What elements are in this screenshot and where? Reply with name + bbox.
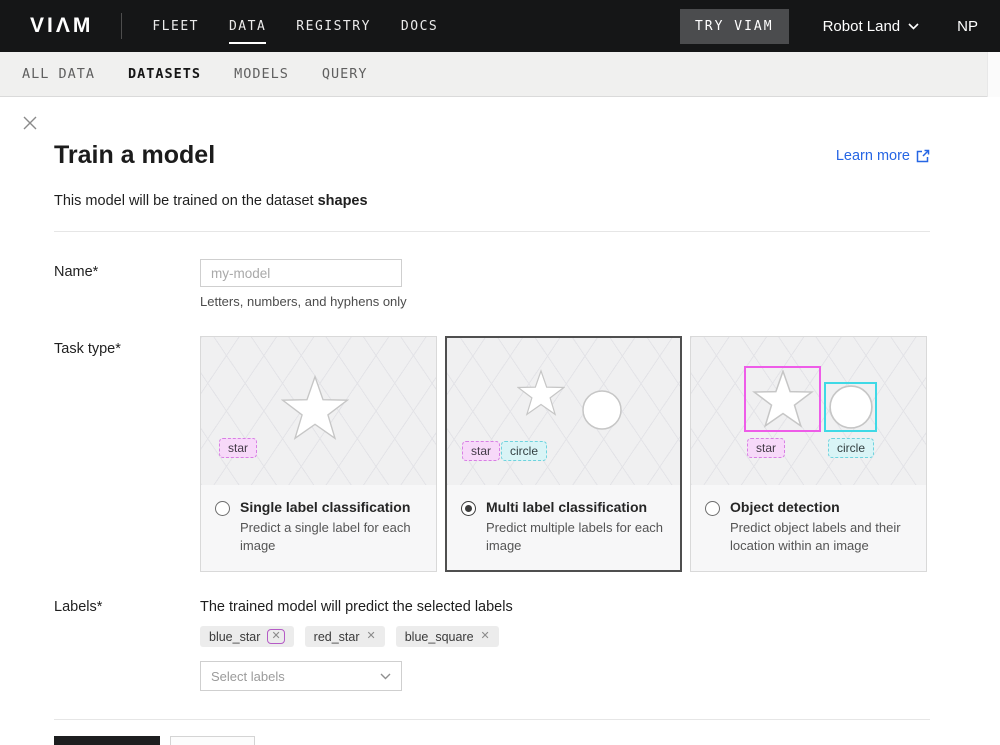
- try-viam-button[interactable]: TRY VIAM: [680, 9, 789, 44]
- go-back-button[interactable]: Go back: [170, 736, 255, 745]
- multi-label-desc: Predict multiple labels for each image: [486, 519, 666, 554]
- top-nav: VIΛM FLEET DATA REGISTRY DOCS TRY VIAM R…: [0, 0, 1000, 52]
- labels-label: Labels*: [54, 594, 200, 691]
- chip-text: blue_square: [405, 630, 474, 644]
- circle-shape: [829, 385, 873, 429]
- user-avatar[interactable]: NP: [957, 18, 978, 35]
- object-detection-illustration: star circle: [691, 337, 926, 485]
- tab-datasets[interactable]: DATASETS: [128, 66, 201, 82]
- primary-nav: FLEET DATA REGISTRY DOCS: [152, 13, 438, 40]
- org-switcher[interactable]: Robot Land: [823, 18, 920, 35]
- dataset-name: shapes: [318, 193, 368, 209]
- task-type-label: Task type*: [54, 336, 200, 572]
- data-sub-nav: ALL DATA DATASETS MODELS QUERY: [0, 52, 1000, 97]
- star-tag: star: [219, 438, 257, 458]
- star-tag: star: [462, 441, 500, 461]
- dataset-subtitle: This model will be trained on the datase…: [54, 193, 930, 209]
- model-name-input[interactable]: [200, 259, 402, 287]
- circle-tag: circle: [828, 438, 874, 458]
- star-tag: star: [747, 438, 785, 458]
- multi-label-title: Multi label classification: [486, 499, 666, 515]
- object-detection-desc: Predict object labels and their location…: [730, 519, 912, 554]
- labels-select[interactable]: Select labels: [200, 661, 402, 691]
- close-icon[interactable]: [23, 116, 37, 130]
- learn-more-link[interactable]: Learn more: [836, 148, 930, 164]
- train-model-button[interactable]: Train model: [54, 736, 160, 745]
- single-label-title: Single label classification: [240, 499, 422, 515]
- radio-object-detection[interactable]: [705, 501, 720, 516]
- labels-select-placeholder: Select labels: [211, 669, 285, 684]
- name-label: Name*: [54, 259, 200, 309]
- star-shape: [517, 368, 565, 418]
- org-name: Robot Land: [823, 18, 901, 35]
- circle-tag: circle: [501, 441, 547, 461]
- chip-text: blue_star: [209, 630, 260, 644]
- footer-divider: [54, 719, 930, 720]
- page-title: Train a model: [54, 141, 215, 170]
- nav-link-registry[interactable]: REGISTRY: [296, 13, 371, 40]
- nav-divider: [121, 13, 122, 39]
- selected-labels: blue_star ✕ red_star ✕ blue_square ✕: [200, 626, 930, 647]
- circle-bounding-box: [824, 382, 877, 432]
- star-bounding-box: [744, 366, 821, 432]
- task-type-cards: star Single label classification Predict…: [200, 336, 930, 572]
- nav-link-fleet[interactable]: FLEET: [152, 13, 199, 40]
- task-card-object-detection[interactable]: star circle Object detection Predict obj…: [690, 336, 927, 572]
- star-shape: [281, 373, 349, 443]
- learn-more-label: Learn more: [836, 148, 910, 164]
- label-chip-blue-star[interactable]: blue_star ✕: [200, 626, 294, 647]
- chevron-down-icon: [380, 673, 391, 680]
- radio-single-label[interactable]: [215, 501, 230, 516]
- single-label-desc: Predict a single label for each image: [240, 519, 422, 554]
- single-label-illustration: star: [201, 337, 436, 485]
- task-card-single-label[interactable]: star Single label classification Predict…: [200, 336, 437, 572]
- star-shape: [752, 370, 814, 428]
- object-detection-title: Object detection: [730, 499, 912, 515]
- remove-label-icon[interactable]: ✕: [481, 631, 490, 642]
- chevron-down-icon: [908, 23, 919, 30]
- multi-label-illustration: star circle: [447, 338, 680, 485]
- remove-label-icon[interactable]: ✕: [367, 631, 376, 642]
- task-card-multi-label[interactable]: star circle Multi label classification P…: [445, 336, 682, 572]
- viam-logo[interactable]: VIΛM: [30, 14, 93, 38]
- radio-multi-label[interactable]: [461, 501, 476, 516]
- tab-models[interactable]: MODELS: [234, 66, 289, 82]
- name-hint: Letters, numbers, and hyphens only: [200, 294, 930, 309]
- nav-link-docs[interactable]: DOCS: [401, 13, 438, 40]
- external-link-icon: [916, 149, 930, 163]
- remove-label-icon[interactable]: ✕: [267, 629, 284, 644]
- chip-text: red_star: [314, 630, 360, 644]
- section-divider: [54, 231, 930, 232]
- nav-link-data[interactable]: DATA: [229, 13, 266, 40]
- labels-help-text: The trained model will predict the selec…: [200, 594, 930, 615]
- circle-shape: [582, 390, 622, 430]
- label-chip-blue-square[interactable]: blue_square ✕: [396, 626, 499, 647]
- tab-all-data[interactable]: ALL DATA: [22, 66, 95, 82]
- train-model-panel: Train a model Learn more This model will…: [0, 97, 1000, 745]
- tab-query[interactable]: QUERY: [322, 66, 368, 82]
- label-chip-red-star[interactable]: red_star ✕: [305, 626, 385, 647]
